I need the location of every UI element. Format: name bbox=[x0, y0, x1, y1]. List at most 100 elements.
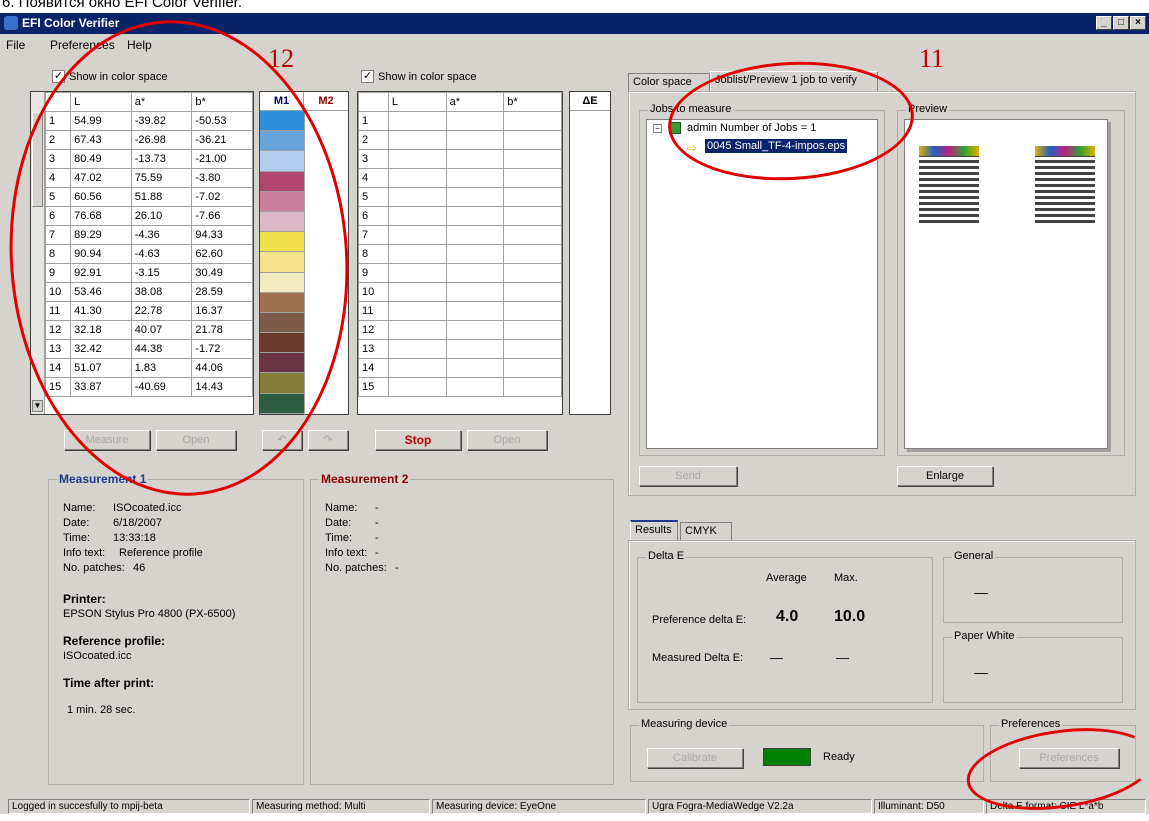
paper-white-value: — bbox=[974, 664, 988, 680]
annotation-number-12: 12 bbox=[268, 44, 294, 73]
table-cell bbox=[387, 282, 447, 302]
table-cell bbox=[387, 111, 447, 131]
m2-info: - bbox=[375, 547, 379, 559]
table-row[interactable]: 12 bbox=[358, 320, 562, 340]
table-cell bbox=[445, 187, 505, 207]
table-cell bbox=[445, 111, 505, 131]
table-cell bbox=[503, 320, 562, 340]
preview-sheet-right-colors bbox=[1035, 146, 1095, 156]
paper-white-group: Paper White — bbox=[943, 630, 1123, 703]
table-cell bbox=[445, 358, 505, 378]
row-number: 14 bbox=[358, 358, 389, 378]
table-cell bbox=[503, 187, 562, 207]
table-row[interactable]: 13 bbox=[358, 339, 562, 359]
preview-sheet-right bbox=[1035, 148, 1095, 226]
table-cell bbox=[387, 187, 447, 207]
status-led bbox=[763, 748, 811, 766]
send-button[interactable]: Send bbox=[639, 466, 737, 486]
table-row[interactable]: 8 bbox=[358, 244, 562, 264]
maximize-icon[interactable]: □ bbox=[1113, 16, 1129, 30]
menu-file[interactable]: File bbox=[6, 38, 25, 52]
preview-group: Preview bbox=[897, 103, 1125, 456]
table-row[interactable]: 1 bbox=[358, 111, 562, 131]
caption: 6. Появится окно EFI Color Verifier. bbox=[2, 0, 242, 11]
row-number: 12 bbox=[358, 320, 389, 340]
table-cell bbox=[445, 168, 505, 188]
m2-patches: - bbox=[395, 562, 399, 574]
table-cell bbox=[503, 206, 562, 226]
tab-results[interactable]: Results bbox=[630, 520, 678, 541]
measurement2-title: Measurement 2 bbox=[319, 472, 411, 486]
table-row[interactable]: 4 bbox=[358, 168, 562, 188]
open2-button[interactable]: Open bbox=[467, 430, 547, 450]
row-number: 8 bbox=[358, 244, 389, 264]
table-row[interactable]: 7 bbox=[358, 225, 562, 245]
pref-delta-e-avg: 4.0 bbox=[776, 608, 799, 625]
table-cell bbox=[503, 282, 562, 302]
table-cell bbox=[445, 377, 505, 397]
m1-printer-label: Printer: bbox=[63, 592, 106, 606]
delta-e-header: ΔE bbox=[570, 92, 610, 111]
row-number: 5 bbox=[358, 187, 389, 207]
status-method: Measuring method: Multi bbox=[252, 799, 430, 814]
table-row[interactable]: 10 bbox=[358, 282, 562, 302]
row-number: 2 bbox=[358, 130, 389, 150]
show-color-space-m2-checkbox[interactable]: ✓ bbox=[361, 70, 374, 83]
delta-e-group: Delta E Average Max. Preference delta E:… bbox=[637, 550, 933, 703]
delta-e-max-label: Max. bbox=[834, 572, 858, 584]
row-number: 1 bbox=[358, 111, 389, 131]
enlarge-button[interactable]: Enlarge bbox=[897, 466, 993, 486]
table-cell bbox=[445, 130, 505, 150]
m1-tap-label: Time after print: bbox=[63, 676, 155, 690]
table-cell bbox=[445, 206, 505, 226]
table-row[interactable]: 6 bbox=[358, 206, 562, 226]
meas-delta-e-avg: — bbox=[770, 650, 783, 665]
table-cell bbox=[503, 263, 562, 283]
m2-date-label: Date: bbox=[325, 517, 352, 529]
table-cell bbox=[445, 282, 505, 302]
table-cell bbox=[387, 339, 447, 359]
measuring-device-label: Measuring device bbox=[639, 718, 730, 730]
table-cell bbox=[503, 244, 562, 264]
table-cell bbox=[503, 168, 562, 188]
m1-name-label: Name: bbox=[63, 502, 96, 514]
m2-data-table: L a* b* 1 2 3 4 5 6 7 8 9 10 11 12 13 14 15 bbox=[358, 92, 562, 397]
status-bar: Logged in succesfully to mpij-beta Measu… bbox=[0, 799, 1149, 814]
general-value: — bbox=[974, 584, 988, 600]
general-group-label: General bbox=[952, 550, 996, 562]
status-illuminant: Illuminant: D50 bbox=[874, 799, 984, 814]
tab-cmyk[interactable]: CMYK bbox=[680, 522, 732, 541]
m1-patches-label: No. patches: bbox=[63, 562, 125, 574]
paper-white-group-label: Paper White bbox=[952, 630, 1017, 642]
stop-button[interactable]: Stop bbox=[375, 430, 461, 450]
minimize-icon[interactable]: _ bbox=[1096, 16, 1112, 30]
tree-expander-icon[interactable]: − bbox=[653, 124, 662, 133]
table-cell bbox=[387, 225, 447, 245]
m2-header-l: L bbox=[387, 92, 447, 112]
table-cell bbox=[387, 168, 447, 188]
table-row[interactable]: 11 bbox=[358, 301, 562, 321]
m2-table: L a* b* 1 2 3 4 5 6 7 8 9 10 11 12 13 14 15 bbox=[357, 91, 563, 415]
close-icon[interactable]: × bbox=[1130, 16, 1146, 30]
table-row[interactable]: 14 bbox=[358, 358, 562, 378]
meas-delta-e-max: — bbox=[836, 650, 849, 665]
m2-patches-label: No. patches: bbox=[325, 562, 387, 574]
table-cell bbox=[445, 225, 505, 245]
scroll-down-icon[interactable]: ▼ bbox=[32, 400, 43, 412]
row-number: 3 bbox=[358, 149, 389, 169]
table-row[interactable]: 9 bbox=[358, 263, 562, 283]
measurement2-panel: Measurement 2 Name: - Date: - Time: - In… bbox=[310, 472, 614, 785]
table-row[interactable]: 2 bbox=[358, 130, 562, 150]
redo-button[interactable]: ↷ bbox=[308, 430, 348, 450]
row-number: 6 bbox=[358, 206, 389, 226]
table-row[interactable]: 5 bbox=[358, 187, 562, 207]
m1-printer: EPSON Stylus Pro 4800 (PX-6500) bbox=[63, 608, 236, 620]
status-wedge: Ugra Fogra-MediaWedge V2.2a bbox=[648, 799, 872, 814]
table-cell bbox=[503, 301, 562, 321]
table-row[interactable]: 3 bbox=[358, 149, 562, 169]
calibrate-button[interactable]: Calibrate bbox=[647, 748, 743, 768]
delta-e-average-label: Average bbox=[766, 572, 807, 584]
preferences-group-label: Preferences bbox=[999, 718, 1063, 730]
table-row[interactable]: 15 bbox=[358, 377, 562, 397]
table-cell bbox=[387, 206, 447, 226]
